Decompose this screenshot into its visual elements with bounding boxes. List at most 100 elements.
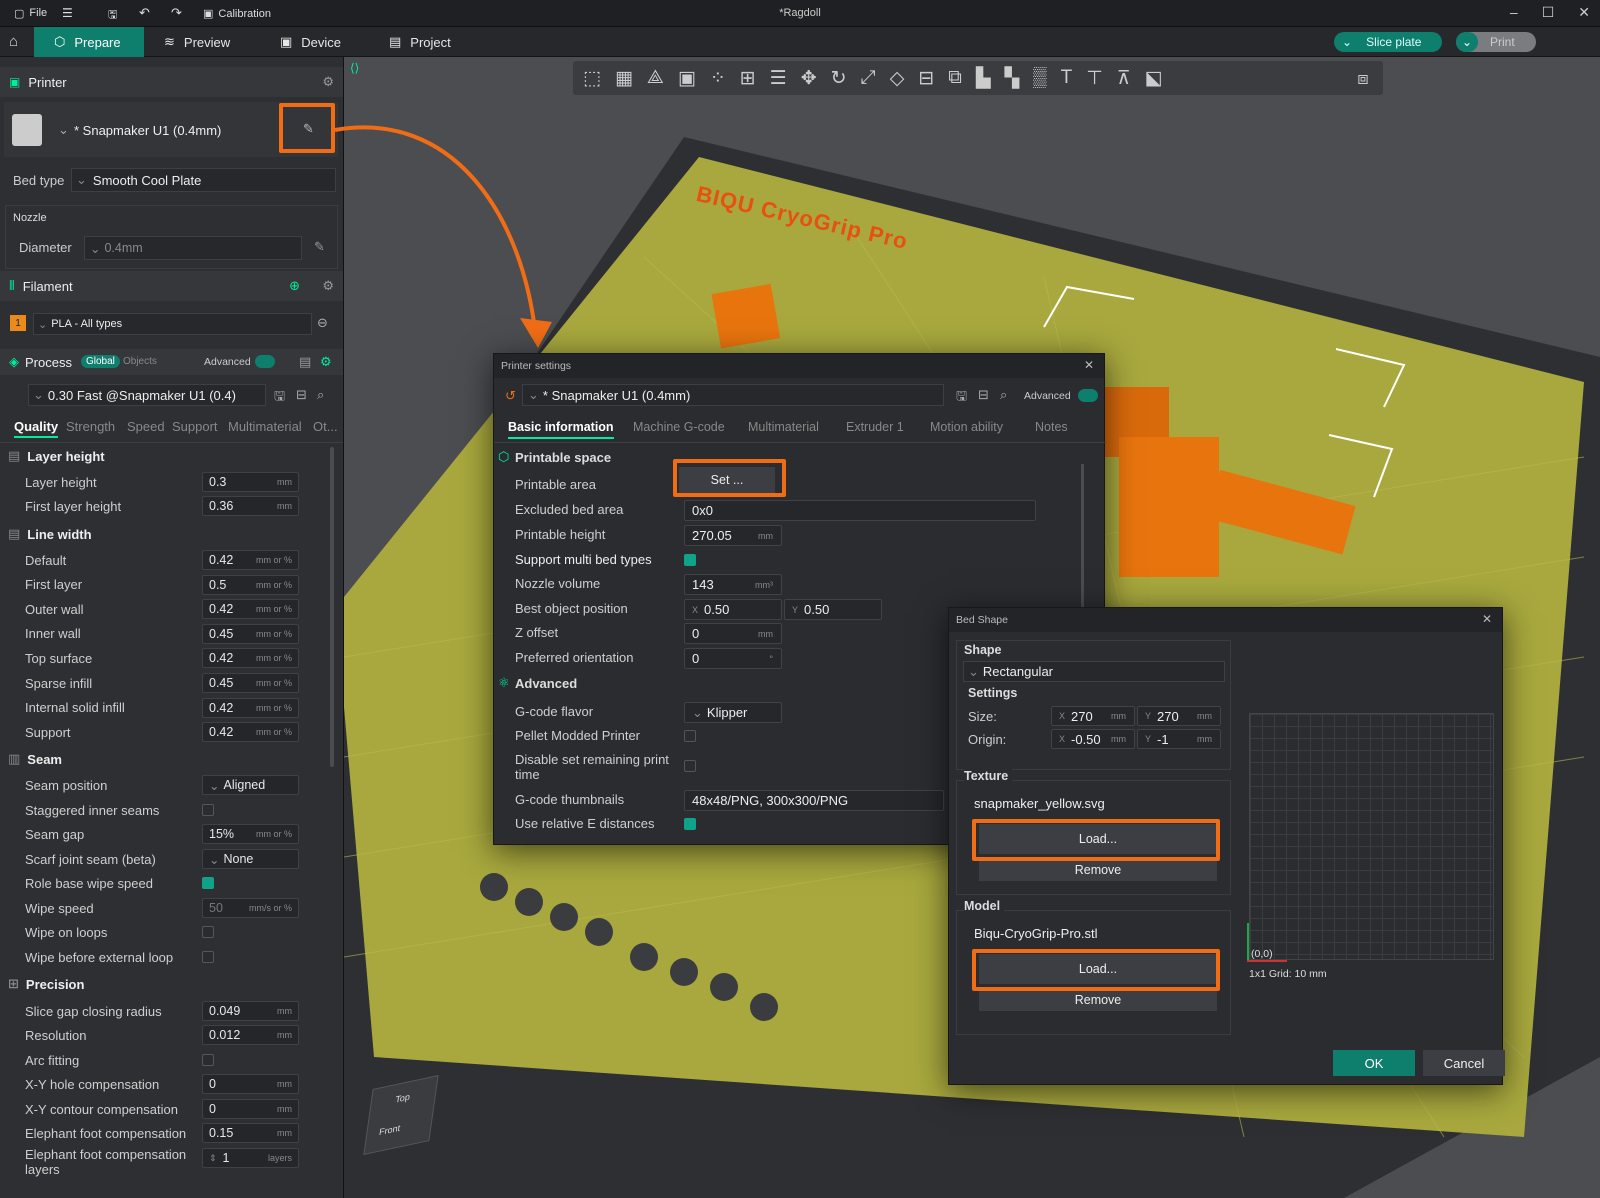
- slice-plate-button[interactable]: ⌄ Slice plate: [1334, 32, 1442, 52]
- remove-filament-icon[interactable]: ⊖: [317, 315, 328, 331]
- cancel-button[interactable]: Cancel: [1423, 1050, 1505, 1076]
- plate-settings-button[interactable]: ⧈: [1344, 61, 1382, 95]
- tab-extruder-1[interactable]: Extruder 1: [846, 420, 904, 434]
- size-x-input[interactable]: X 270 mm: [1051, 706, 1135, 726]
- elephant-layers-input[interactable]: ⇕ 1 layers: [202, 1148, 299, 1168]
- tab-others[interactable]: Ot...: [313, 419, 338, 434]
- diameter-select[interactable]: ⌄ 0.4mm: [84, 236, 302, 260]
- model-part[interactable]: [1119, 437, 1219, 577]
- tab-multimaterial[interactable]: Multimaterial: [748, 420, 819, 434]
- wipe-before-checkbox[interactable]: [202, 951, 214, 963]
- tab-prepare[interactable]: ⬡ Prepare: [34, 27, 144, 57]
- tab-multimaterial[interactable]: Multimaterial: [228, 419, 302, 434]
- layer-height-input[interactable]: 0.3 mm: [202, 472, 299, 492]
- redo-icon[interactable]: ↷: [171, 5, 182, 21]
- seam-gap-input[interactable]: 15% mm or %: [202, 824, 299, 844]
- line-width-input[interactable]: 0.42 mm or %: [202, 697, 299, 718]
- seam-paint-icon[interactable]: ▚: [1005, 67, 1020, 90]
- layers-icon[interactable]: ☰: [770, 67, 787, 90]
- add-object-icon[interactable]: ⬚: [583, 67, 601, 90]
- size-y-input[interactable]: Y 270 mm: [1137, 706, 1221, 726]
- close-icon[interactable]: ✕: [1084, 358, 1094, 372]
- rotate-icon[interactable]: ↻: [831, 67, 847, 90]
- process-settings-icon[interactable]: ⚙: [320, 354, 332, 370]
- scrollbar[interactable]: [1081, 464, 1084, 614]
- save-icon[interactable]: 🖫: [956, 387, 967, 409]
- process-preset-select[interactable]: ⌄ 0.30 Fast @Snapmaker U1 (0.4): [28, 384, 266, 406]
- printer-preset-select[interactable]: ⌄ * Snapmaker U1 (0.4mm): [522, 384, 944, 406]
- undo-icon[interactable]: ↶: [139, 5, 150, 21]
- minimize-icon[interactable]: –: [1510, 4, 1518, 21]
- advanced-toggle[interactable]: [255, 355, 275, 368]
- model-remove-button[interactable]: Remove: [979, 989, 1217, 1011]
- relative-e-checkbox[interactable]: [684, 818, 696, 830]
- best-position-x-input[interactable]: X 0.50: [684, 599, 782, 620]
- cut-icon[interactable]: ⊟: [918, 67, 934, 90]
- measure-icon[interactable]: ⊤: [1086, 67, 1103, 90]
- staggered-checkbox[interactable]: [202, 804, 214, 816]
- tab-basic-information[interactable]: Basic information: [508, 420, 614, 439]
- slice-gap-input[interactable]: 0.049 mm: [202, 1001, 299, 1021]
- excluded-bed-area-input[interactable]: 0x0: [684, 500, 1036, 521]
- view-cube-top[interactable]: Top: [395, 1092, 411, 1105]
- pellet-checkbox[interactable]: [684, 730, 696, 742]
- search-icon[interactable]: ⌕: [317, 387, 324, 403]
- origin-y-input[interactable]: Y -1 mm: [1137, 729, 1221, 749]
- close-icon[interactable]: ✕: [1578, 4, 1590, 21]
- maximize-icon[interactable]: ☐: [1542, 4, 1555, 21]
- text-icon[interactable]: T: [1061, 67, 1073, 89]
- tab-strength[interactable]: Strength: [66, 419, 115, 434]
- boolean-icon[interactable]: ⧉: [948, 67, 962, 89]
- texture-remove-button[interactable]: Remove: [979, 859, 1217, 881]
- split-objects-icon[interactable]: ⁘: [710, 67, 726, 90]
- wipe-loops-checkbox[interactable]: [202, 926, 214, 938]
- xy-contour-input[interactable]: 0 mm: [202, 1099, 299, 1119]
- home-icon[interactable]: ⌂: [9, 33, 18, 50]
- resolution-input[interactable]: 0.012 mm: [202, 1025, 299, 1045]
- tab-machine-gcode[interactable]: Machine G-code: [633, 420, 725, 434]
- collapse-sidebar-icon[interactable]: ⟨⟩: [350, 61, 359, 75]
- file-menu[interactable]: ▢ File: [14, 7, 47, 20]
- z-offset-input[interactable]: 0 mm: [684, 623, 782, 644]
- tab-device[interactable]: ▣ Device: [280, 27, 341, 57]
- role-wipe-checkbox[interactable]: [202, 877, 214, 889]
- tab-speed[interactable]: Speed: [127, 419, 165, 434]
- bed-type-select[interactable]: ⌄ Smooth Cool Plate: [71, 168, 336, 192]
- line-width-input[interactable]: 0.42 mm or %: [202, 648, 299, 669]
- settings-sliders-icon[interactable]: ⚙: [322, 74, 334, 90]
- color-paint-icon[interactable]: ▒: [1033, 67, 1046, 89]
- line-width-input[interactable]: 0.42 mm or %: [202, 599, 299, 620]
- origin-x-input[interactable]: X -0.50 mm: [1051, 729, 1135, 749]
- view-cube-front[interactable]: Front: [378, 1123, 400, 1137]
- arrange-icon[interactable]: ▣: [678, 67, 696, 90]
- settings-sliders-icon[interactable]: ⚙: [322, 278, 334, 294]
- arc-checkbox[interactable]: [202, 1054, 214, 1066]
- add-filament-icon[interactable]: ⊕: [289, 278, 300, 294]
- calibration-menu[interactable]: ▣ Calibration: [203, 7, 271, 21]
- line-width-input[interactable]: 0.42 mm or %: [202, 550, 299, 570]
- delete-icon[interactable]: ⊟: [978, 387, 989, 403]
- save-icon[interactable]: 🖫: [274, 387, 285, 409]
- filament-select[interactable]: ⌄ PLA - All types: [33, 313, 312, 335]
- preferred-orientation-input[interactable]: 0 °: [684, 648, 782, 669]
- disable-remaining-checkbox[interactable]: [684, 760, 696, 772]
- advanced-toggle[interactable]: [1078, 389, 1098, 402]
- xy-hole-input[interactable]: 0 mm: [202, 1074, 299, 1094]
- seam-position-select[interactable]: ⌄ Aligned: [202, 775, 299, 795]
- line-width-input[interactable]: 0.42 mm or %: [202, 722, 299, 743]
- move-icon[interactable]: ✥: [801, 67, 817, 90]
- assembly-icon[interactable]: ⊼: [1117, 67, 1131, 90]
- scarf-select[interactable]: ⌄ None: [202, 849, 299, 869]
- shape-select[interactable]: ⌄ Rectangular: [963, 661, 1225, 682]
- best-position-y-input[interactable]: Y 0.50: [784, 599, 882, 620]
- printable-height-input[interactable]: 270.05 mm: [684, 525, 782, 546]
- line-width-input[interactable]: 0.45 mm or %: [202, 623, 299, 644]
- save-icon[interactable]: 🖫: [108, 6, 117, 25]
- grid-icon[interactable]: ▦: [615, 67, 633, 90]
- auto-orient-icon[interactable]: ⟁: [647, 67, 664, 89]
- hamburger-icon[interactable]: ☰: [62, 6, 73, 20]
- thumbnails-input[interactable]: 48x48/PNG, 300x300/PNG: [684, 790, 944, 811]
- edit-icon[interactable]: ✎: [303, 121, 314, 137]
- line-width-input[interactable]: 0.45 mm or %: [202, 673, 299, 693]
- elephant-input[interactable]: 0.15 mm: [202, 1123, 299, 1143]
